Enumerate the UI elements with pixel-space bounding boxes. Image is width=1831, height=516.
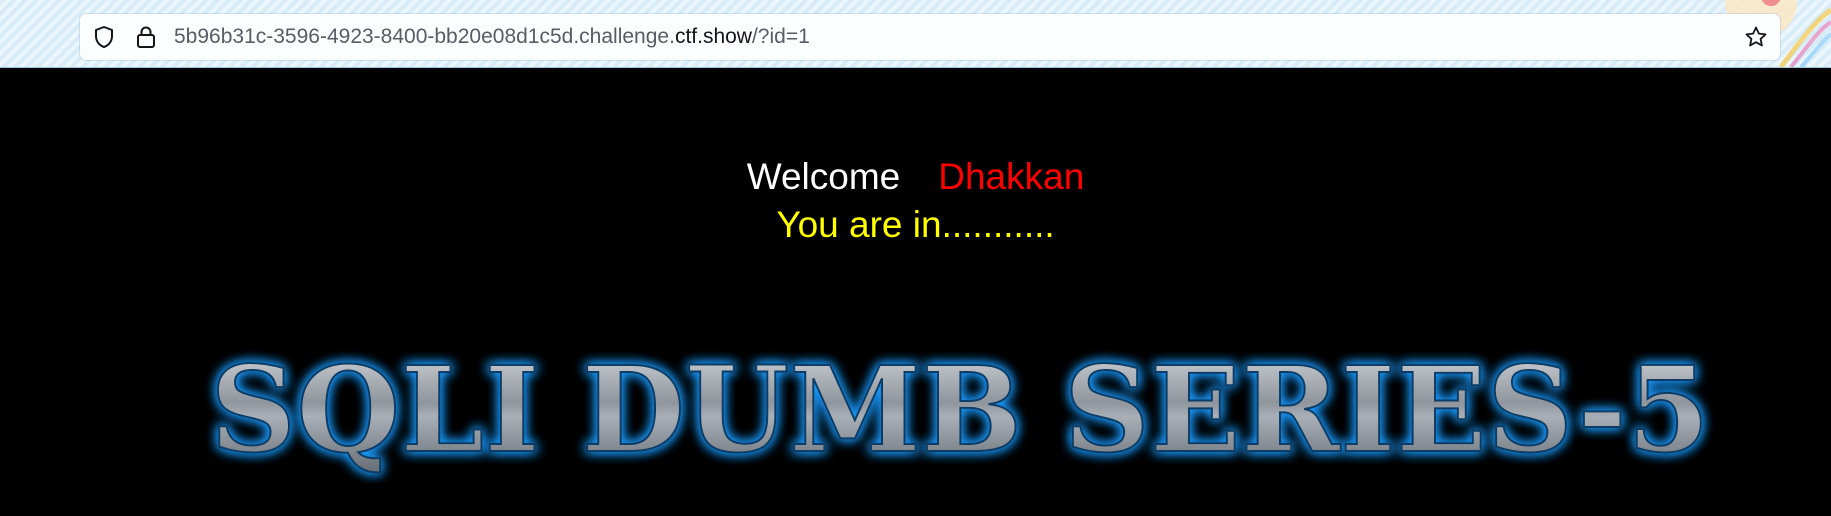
welcome-text: Welcome xyxy=(746,156,901,197)
lock-icon[interactable] xyxy=(132,23,160,51)
banner-logo: SQLI DUMB SERIES-5 xyxy=(190,333,1730,483)
url-text[interactable]: 5b96b31c-3596-4923-8400-bb20e08d1c5d.cha… xyxy=(174,23,810,51)
page-content: Welcome Dhakkan You are in........... SQ… xyxy=(0,68,1831,516)
url-host: ctf.show xyxy=(674,25,752,48)
user-name: Dhakkan xyxy=(938,156,1085,197)
banner-text: SQLI DUMB SERIES-5 xyxy=(210,340,1710,479)
browser-toolbar: 5b96b31c-3596-4923-8400-bb20e08d1c5d.cha… xyxy=(0,0,1831,68)
url-prefix: 5b96b31c-3596-4923-8400-bb20e08d1c5d.cha… xyxy=(174,25,675,48)
star-icon[interactable] xyxy=(1742,23,1770,51)
address-bar[interactable]: 5b96b31c-3596-4923-8400-bb20e08d1c5d.cha… xyxy=(80,14,1780,60)
status-message: You are in........... xyxy=(776,204,1055,245)
url-suffix: /?id=1 xyxy=(751,25,810,48)
shield-icon[interactable] xyxy=(90,23,118,51)
welcome-line: Welcome Dhakkan xyxy=(0,156,1831,198)
